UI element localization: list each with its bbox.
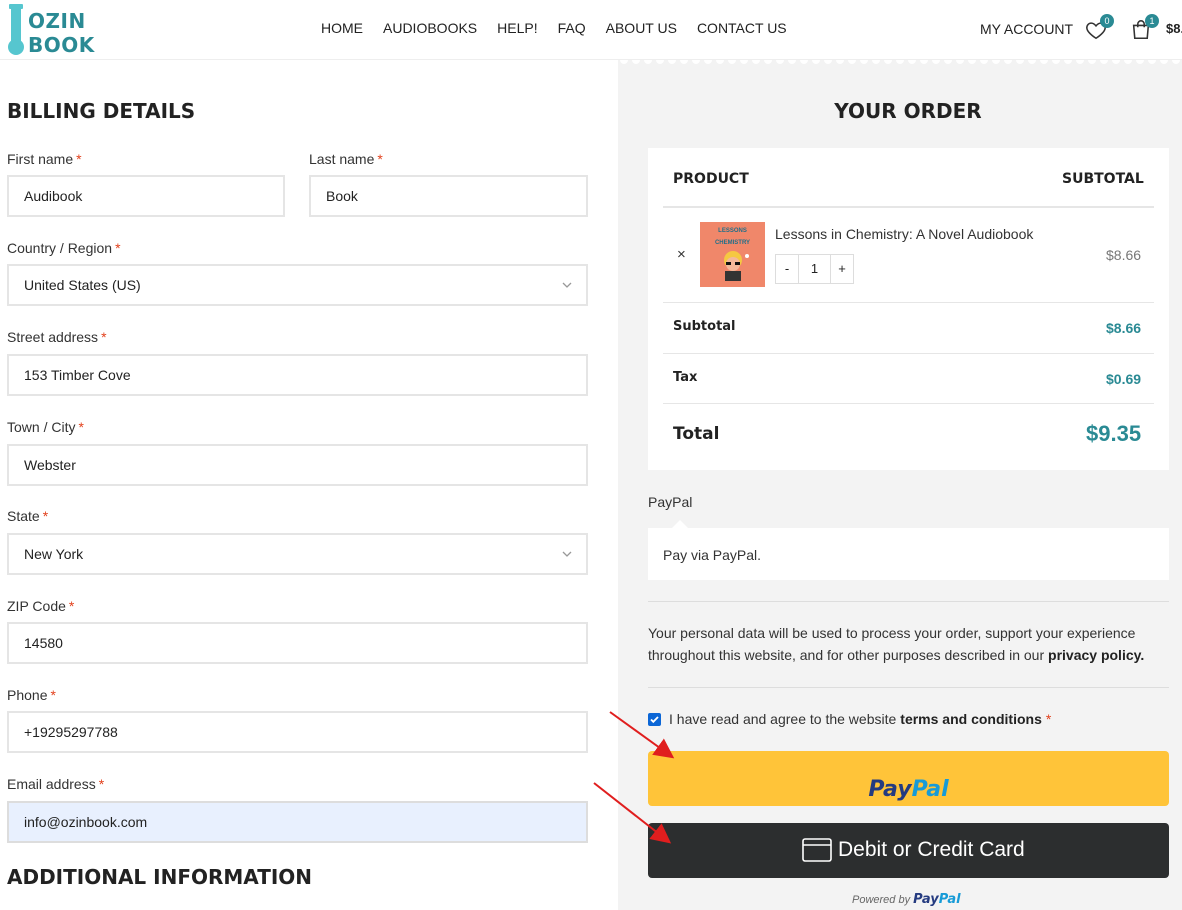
debit-credit-card-button[interactable]: Debit or Credit Card xyxy=(648,823,1169,878)
paypal-button[interactable]: PayPal xyxy=(648,751,1169,806)
terms-row: I have read and agree to the website ter… xyxy=(648,711,1051,727)
card-button-label: Debit or Credit Card xyxy=(838,838,1025,861)
state-select-value: New York xyxy=(24,546,84,562)
product-name[interactable]: Lessons in Chemistry: A Novel Audiobook xyxy=(775,226,1033,242)
first-name-label: First name * xyxy=(7,151,82,167)
quantity-increase-button[interactable]: + xyxy=(830,254,854,284)
chevron-down-icon xyxy=(562,282,572,288)
total-value: $9.35 xyxy=(1086,421,1142,446)
payment-divider xyxy=(648,601,1169,602)
nav-contact-us[interactable]: CONTACT US xyxy=(697,20,787,36)
main-nav: HOME AUDIOBOOKS HELP! FAQ ABOUT US CONTA… xyxy=(321,20,787,36)
payment-method-paypal[interactable]: PayPal xyxy=(648,494,692,510)
email-label: Email address * xyxy=(7,776,105,792)
product-column-header: PRODUCT xyxy=(673,171,749,187)
book-cover-image[interactable]: LESSONS CHEMISTRY xyxy=(700,222,765,287)
zip-label: ZIP Code * xyxy=(7,598,75,614)
state-label: State * xyxy=(7,508,49,524)
payment-description: Pay via PayPal. xyxy=(663,547,762,563)
item-price: $8.66 xyxy=(1106,247,1142,263)
site-header: OZIN BOOK HOME AUDIOBOOKS HELP! FAQ ABOU… xyxy=(0,0,1182,60)
nav-help[interactable]: HELP! xyxy=(497,20,537,36)
terms-text: I have read and agree to the website xyxy=(669,711,897,727)
book-cover-art: LESSONS CHEMISTRY xyxy=(700,222,765,287)
paypal-logo: PayPal xyxy=(868,777,949,802)
phone-field[interactable]: +19295297788 xyxy=(7,711,588,753)
my-account-link[interactable]: MY ACCOUNT xyxy=(980,21,1073,37)
chevron-down-icon xyxy=(562,551,572,557)
subtotal-column-header: SUBTOTAL xyxy=(1062,171,1144,187)
header-cart-total[interactable]: $8.66 xyxy=(1166,21,1182,36)
street-label: Street address * xyxy=(7,329,107,345)
quantity-decrease-button[interactable]: - xyxy=(775,254,799,284)
credit-card-icon xyxy=(802,838,832,862)
terms-checkbox[interactable] xyxy=(648,712,661,726)
test-tube-icon xyxy=(8,4,24,55)
country-select-value: United States (US) xyxy=(24,277,141,293)
svg-text:CHEMISTRY: CHEMISTRY xyxy=(715,240,750,246)
svg-text:LESSONS: LESSONS xyxy=(718,228,747,234)
quantity-input[interactable]: 1 xyxy=(799,254,830,284)
nav-faq[interactable]: FAQ xyxy=(558,20,586,36)
privacy-divider xyxy=(648,687,1169,688)
city-label: Town / City * xyxy=(7,419,84,435)
country-select[interactable]: United States (US) xyxy=(7,264,588,306)
last-name-field[interactable]: Book xyxy=(309,175,588,217)
email-field[interactable]: info@ozinbook.com xyxy=(7,801,588,843)
phone-label: Phone * xyxy=(7,687,56,703)
privacy-policy-link[interactable]: privacy policy. xyxy=(1048,647,1144,663)
checkmark-icon xyxy=(650,715,659,723)
row-divider xyxy=(663,403,1154,404)
remove-item-button[interactable]: × xyxy=(677,246,686,263)
row-divider xyxy=(663,302,1154,303)
street-address-field[interactable]: 153 Timber Cove xyxy=(7,354,588,396)
required-marker: * xyxy=(1045,711,1052,727)
nav-audiobooks[interactable]: AUDIOBOOKS xyxy=(383,20,477,36)
last-name-label: Last name * xyxy=(309,151,383,167)
country-label: Country / Region * xyxy=(7,240,121,256)
quantity-stepper: - 1 + xyxy=(775,254,854,284)
your-order-title: YOUR ORDER xyxy=(834,99,982,123)
site-logo[interactable]: OZIN BOOK xyxy=(6,4,101,57)
row-divider xyxy=(663,353,1154,354)
tax-label: Tax xyxy=(673,370,698,385)
wishlist-count-badge: 0 xyxy=(1100,14,1114,28)
city-field[interactable]: Webster xyxy=(7,444,588,486)
additional-information-title: ADDITIONAL INFORMATION xyxy=(7,865,313,889)
payment-box-pointer xyxy=(672,520,688,528)
panel-scalloped-edge xyxy=(618,60,1182,68)
zip-code-field[interactable]: 14580 xyxy=(7,622,588,664)
terms-and-conditions-link[interactable]: terms and conditions xyxy=(900,711,1042,727)
state-select[interactable]: New York xyxy=(7,533,588,575)
subtotal-label: Subtotal xyxy=(673,319,736,334)
powered-by-paypal: Powered by PayPal xyxy=(852,892,961,907)
nav-about-us[interactable]: ABOUT US xyxy=(606,20,677,36)
nav-home[interactable]: HOME xyxy=(321,20,363,36)
subtotal-value: $8.66 xyxy=(1106,320,1142,336)
total-label: Total xyxy=(673,424,720,444)
logo-text-line1: OZIN xyxy=(28,9,86,33)
billing-details-title: BILLING DETAILS xyxy=(7,99,196,123)
logo-text-line2: BOOK xyxy=(28,33,95,57)
payment-description-box: Pay via PayPal. xyxy=(648,528,1169,580)
tax-value: $0.69 xyxy=(1106,371,1142,387)
table-header-divider xyxy=(663,206,1154,208)
cart-count-badge: 1 xyxy=(1145,14,1159,28)
first-name-field[interactable]: Audibook xyxy=(7,175,285,217)
privacy-notice: Your personal data will be used to proce… xyxy=(648,622,1169,666)
